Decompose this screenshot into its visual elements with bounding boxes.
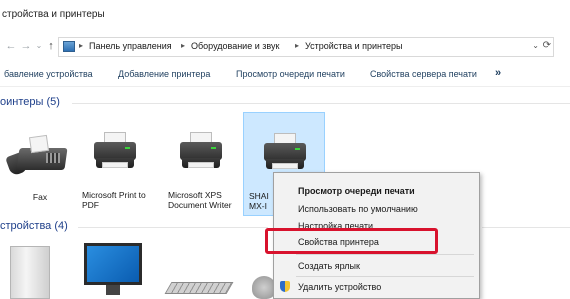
up-arrow-icon[interactable]: ↑: [44, 39, 58, 53]
printer-label: Microsoft XPS Document Writer: [168, 190, 232, 210]
menu-item-remove-device[interactable]: Удалить устройство: [298, 282, 381, 292]
printer-label: Microsoft Print to PDF: [82, 190, 146, 210]
menu-separator: [296, 254, 474, 255]
menu-item-see-print-queue[interactable]: Просмотр очереди печати: [298, 186, 415, 196]
highlight-annotation: [265, 228, 438, 254]
address-bar[interactable]: ▸ Панель управления ▸ Оборудование и зву…: [58, 37, 554, 57]
printer-icon: [178, 132, 224, 172]
group-divider: [482, 227, 570, 228]
see-print-queue-command[interactable]: Просмотр очереди печати: [236, 69, 345, 79]
breadcrumb-hardware-sound[interactable]: Оборудование и звук: [191, 41, 279, 51]
back-arrow-icon[interactable]: ←: [4, 39, 18, 53]
shield-icon: [280, 281, 290, 292]
printer-label: SHAI MX-I: [249, 191, 269, 211]
refresh-icon[interactable]: ⟳: [543, 40, 551, 51]
control-panel-icon: [63, 41, 75, 52]
forward-arrow-icon[interactable]: →: [19, 39, 33, 53]
printer-tile-print-to-pdf[interactable]: Microsoft Print to PDF: [74, 112, 154, 216]
breadcrumb-separator-icon[interactable]: ▸: [181, 41, 185, 50]
title-bar: стройства и принтеры: [0, 0, 570, 28]
breadcrumb-control-panel[interactable]: Панель управления: [89, 41, 172, 51]
group-divider: [72, 103, 570, 104]
printer-icon: [92, 132, 138, 172]
printer-icon: [262, 133, 308, 173]
printers-group-header[interactable]: оинтеры (5): [0, 96, 60, 108]
devices-group-header[interactable]: стройства (4): [0, 220, 68, 232]
menu-item-set-as-default[interactable]: Использовать по умолчанию: [298, 204, 418, 214]
group-divider: [78, 227, 268, 228]
breadcrumb-separator-icon[interactable]: ▸: [79, 41, 83, 50]
more-commands-chevron[interactable]: »: [495, 67, 501, 79]
add-printer-command[interactable]: Добавление принтера: [118, 69, 210, 79]
menu-separator: [296, 276, 474, 277]
address-dropdown-icon[interactable]: ⌄: [532, 41, 539, 50]
menu-item-create-shortcut[interactable]: Создать ярлык: [298, 261, 360, 271]
breadcrumb-separator-icon[interactable]: ▸: [295, 41, 299, 50]
keyboard-icon[interactable]: [164, 282, 234, 294]
printer-tile-fax[interactable]: Fax: [0, 112, 80, 216]
address-row: ← → ⌄ ↑ ▸ Панель управления ▸ Оборудован…: [0, 36, 570, 58]
printer-label: Fax: [32, 192, 48, 202]
window-title: стройства и принтеры: [2, 9, 105, 20]
computer-tower-icon[interactable]: [10, 246, 50, 299]
breadcrumb-devices-printers[interactable]: Устройства и принтеры: [305, 41, 403, 51]
monitor-stand: [106, 285, 120, 295]
print-server-properties-command[interactable]: Свойства сервера печати: [370, 69, 477, 79]
command-bar: бавление устройства Добавление принтера …: [0, 62, 570, 87]
fax-icon: [5, 134, 70, 182]
monitor-icon[interactable]: [84, 243, 142, 285]
printer-tile-xps-writer[interactable]: Microsoft XPS Document Writer: [160, 112, 240, 216]
add-device-command[interactable]: бавление устройства: [4, 69, 93, 79]
